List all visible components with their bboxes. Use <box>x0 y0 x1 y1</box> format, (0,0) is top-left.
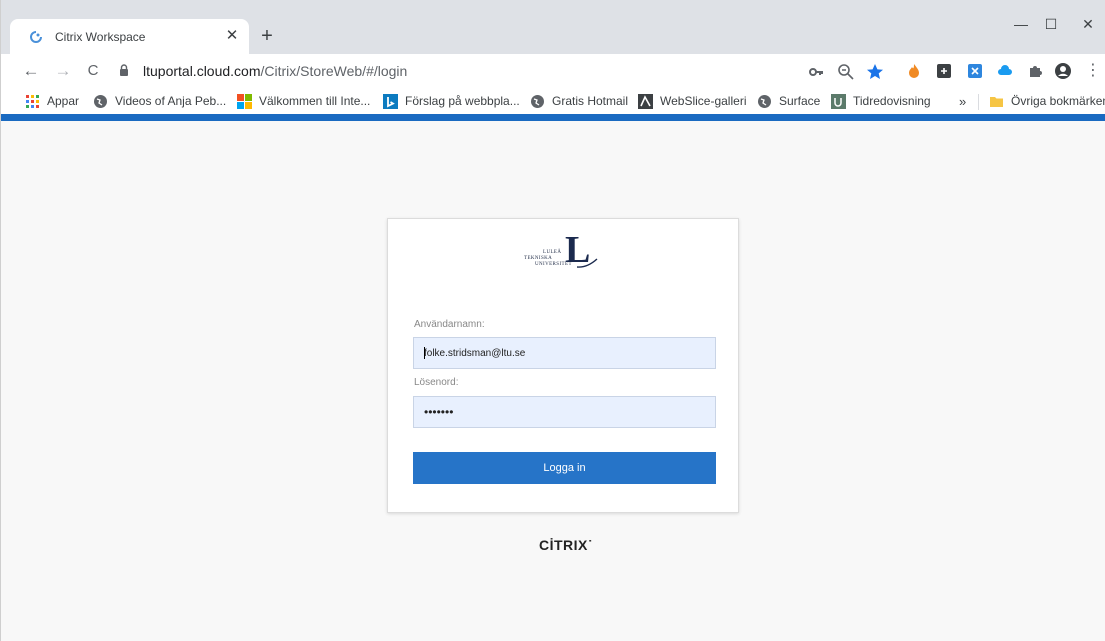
bookmark-apps[interactable]: Appar <box>25 92 79 110</box>
bookmark-webslice[interactable]: WebSlice-galleri <box>638 92 746 110</box>
close-window-button[interactable]: ✕ <box>1073 12 1103 36</box>
extensions-puzzle-icon[interactable] <box>1026 62 1044 80</box>
bookmarks-overflow-button[interactable]: » <box>959 92 966 110</box>
profile-avatar-icon[interactable] <box>1054 62 1072 80</box>
back-button[interactable]: ← <box>19 59 43 83</box>
bookmark-tidredovisning[interactable]: Tidredovisning <box>831 92 931 110</box>
address-bar[interactable]: ltuportal.cloud.com/Citrix/StoreWeb/#/lo… <box>109 58 902 84</box>
bookmark-other-folder[interactable]: Övriga bokmärken <box>989 92 1105 110</box>
logo-line-2: TEKNISKA <box>524 256 553 261</box>
key-icon[interactable] <box>807 62 827 82</box>
microsoft-icon <box>237 93 252 109</box>
bookmarks-bar: Appar Videos of Anja Peb... Välkommen ti… <box>1 88 1105 114</box>
browser-toolbar: ← → C ltuportal.cloud.com/Citrix/StoreWe… <box>1 54 1105 88</box>
bing-icon <box>383 93 398 109</box>
tidredovisning-icon <box>831 93 846 109</box>
citrix-logo: CİTRIX˙ <box>539 537 594 553</box>
tab-close-icon[interactable]: ✕ <box>222 26 242 46</box>
browser-menu-icon[interactable]: ⋮ <box>1084 62 1102 80</box>
bookmark-star-icon[interactable] <box>865 62 885 82</box>
tab-title: Citrix Workspace <box>55 30 146 44</box>
bookmark-valkommen[interactable]: Välkommen till Inte... <box>237 92 370 110</box>
cloud-icon[interactable] <box>996 62 1014 80</box>
text-caret <box>424 347 425 359</box>
minimize-button[interactable]: — <box>1006 12 1036 36</box>
username-input[interactable] <box>413 337 716 369</box>
browser-window: Citrix Workspace ✕ + — ☐ ✕ ← → C ltuport… <box>0 0 1105 641</box>
bookmark-label: WebSlice-galleri <box>660 94 747 108</box>
bookmark-videos[interactable]: Videos of Anja Peb... <box>93 92 226 110</box>
url-host: ltuportal.cloud.com <box>143 63 261 79</box>
logo-line-1: LULEÅ <box>543 250 562 255</box>
bookmark-label: Tidredovisning <box>853 94 931 108</box>
tab-citrix-workspace[interactable]: Citrix Workspace ✕ <box>10 19 249 54</box>
url-path: /Citrix/StoreWeb/#/login <box>260 63 408 79</box>
header-accent-bar <box>1 114 1105 121</box>
extension-blue-icon[interactable] <box>966 62 984 80</box>
zoom-icon[interactable] <box>836 62 856 82</box>
fire-extension-icon[interactable] <box>905 62 923 80</box>
login-page: LULEÅ TEKNISKA UNIVERSITET L Användarnam… <box>2 121 1105 641</box>
lock-icon <box>120 64 128 76</box>
apps-grid-icon <box>26 94 39 108</box>
webslice-icon <box>638 93 653 109</box>
reload-button[interactable]: C <box>81 59 105 83</box>
password-input[interactable] <box>413 396 716 428</box>
forward-button[interactable]: → <box>51 59 75 83</box>
url-text: ltuportal.cloud.com/Citrix/StoreWeb/#/lo… <box>143 63 407 79</box>
bookmark-label: Övriga bokmärken <box>1011 94 1105 108</box>
new-tab-button[interactable]: + <box>255 24 279 48</box>
globe-icon <box>758 94 771 108</box>
username-label: Användarnamn: <box>414 319 485 330</box>
bookmark-forslag[interactable]: Förslag på webbpla... <box>383 92 520 110</box>
bookmark-label: Videos of Anja Peb... <box>115 94 227 108</box>
maximize-button[interactable]: ☐ <box>1036 12 1066 36</box>
login-button[interactable]: Logga in <box>413 452 716 484</box>
logo-swash <box>577 258 598 268</box>
password-label: Lösenord: <box>414 377 459 388</box>
extension-puzzle-dark-icon[interactable] <box>935 62 953 80</box>
bookmark-label: Gratis Hotmail <box>552 94 629 108</box>
bookmark-surface[interactable]: Surface <box>757 92 820 110</box>
login-card: LULEÅ TEKNISKA UNIVERSITET L Användarnam… <box>387 218 739 513</box>
bookmark-label: Förslag på webbpla... <box>405 94 520 108</box>
bookmark-label: Surface <box>779 94 821 108</box>
globe-icon <box>94 94 107 108</box>
folder-icon <box>990 96 1003 107</box>
bookmarks-separator <box>978 94 979 110</box>
bookmark-hotmail[interactable]: Gratis Hotmail <box>530 92 628 110</box>
bookmark-label: Välkommen till Inte... <box>259 94 371 108</box>
ltu-logo: LULEÅ TEKNISKA UNIVERSITET L <box>523 231 603 273</box>
bookmark-label: Appar <box>47 94 80 108</box>
globe-icon <box>531 94 544 108</box>
citrix-favicon-icon <box>30 31 42 43</box>
tab-strip: Citrix Workspace ✕ + — ☐ ✕ <box>1 0 1105 54</box>
